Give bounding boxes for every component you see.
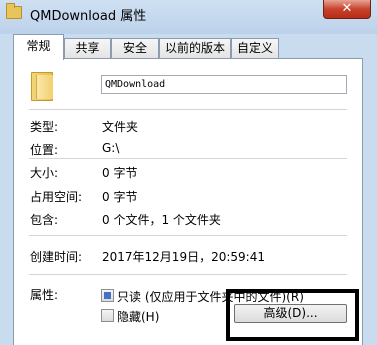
created-value: 2017年12月19日，20:59:41: [102, 250, 265, 264]
folder-icon: [31, 72, 53, 101]
divider: [29, 158, 347, 159]
divider: [29, 274, 347, 275]
contains-value: 0 个文件，1 个文件夹: [102, 213, 221, 227]
type-label: 类型:: [30, 120, 59, 134]
hidden-checkbox[interactable]: [101, 309, 114, 322]
folder-icon: [6, 3, 22, 19]
close-icon: ✕: [341, 1, 353, 16]
title-bar[interactable]: QMDownload 属性: [0, 0, 377, 34]
created-label: 创建时间:: [30, 250, 83, 264]
location-label: 位置:: [30, 143, 59, 157]
tab-general[interactable]: 常规: [13, 34, 64, 60]
folder-name-field[interactable]: QMDownload: [101, 75, 347, 94]
location-value: G:\: [102, 141, 120, 155]
readonly-checkbox[interactable]: [101, 289, 114, 302]
attributes-label: 属性:: [30, 288, 59, 302]
close-button[interactable]: ✕: [323, 0, 371, 19]
annotation-highlight-box: [226, 289, 359, 341]
divider: [29, 235, 347, 236]
tab-sharing[interactable]: 共享: [64, 38, 111, 59]
tab-previous-versions[interactable]: 以前的版本: [159, 38, 231, 59]
tab-security[interactable]: 安全: [111, 38, 159, 59]
size-label: 大小:: [30, 166, 59, 180]
contains-label: 包含:: [30, 213, 59, 227]
type-value: 文件夹: [102, 120, 139, 134]
size-value: 0 字节: [102, 166, 138, 180]
size-on-disk-value: 0 字节: [102, 190, 138, 204]
hidden-checkbox-label[interactable]: 隐藏(H): [117, 308, 159, 325]
window-title: QMDownload 属性: [30, 9, 147, 24]
divider: [29, 109, 347, 110]
tab-customize[interactable]: 自定义: [231, 38, 279, 59]
size-on-disk-label: 占用空间:: [30, 190, 83, 204]
